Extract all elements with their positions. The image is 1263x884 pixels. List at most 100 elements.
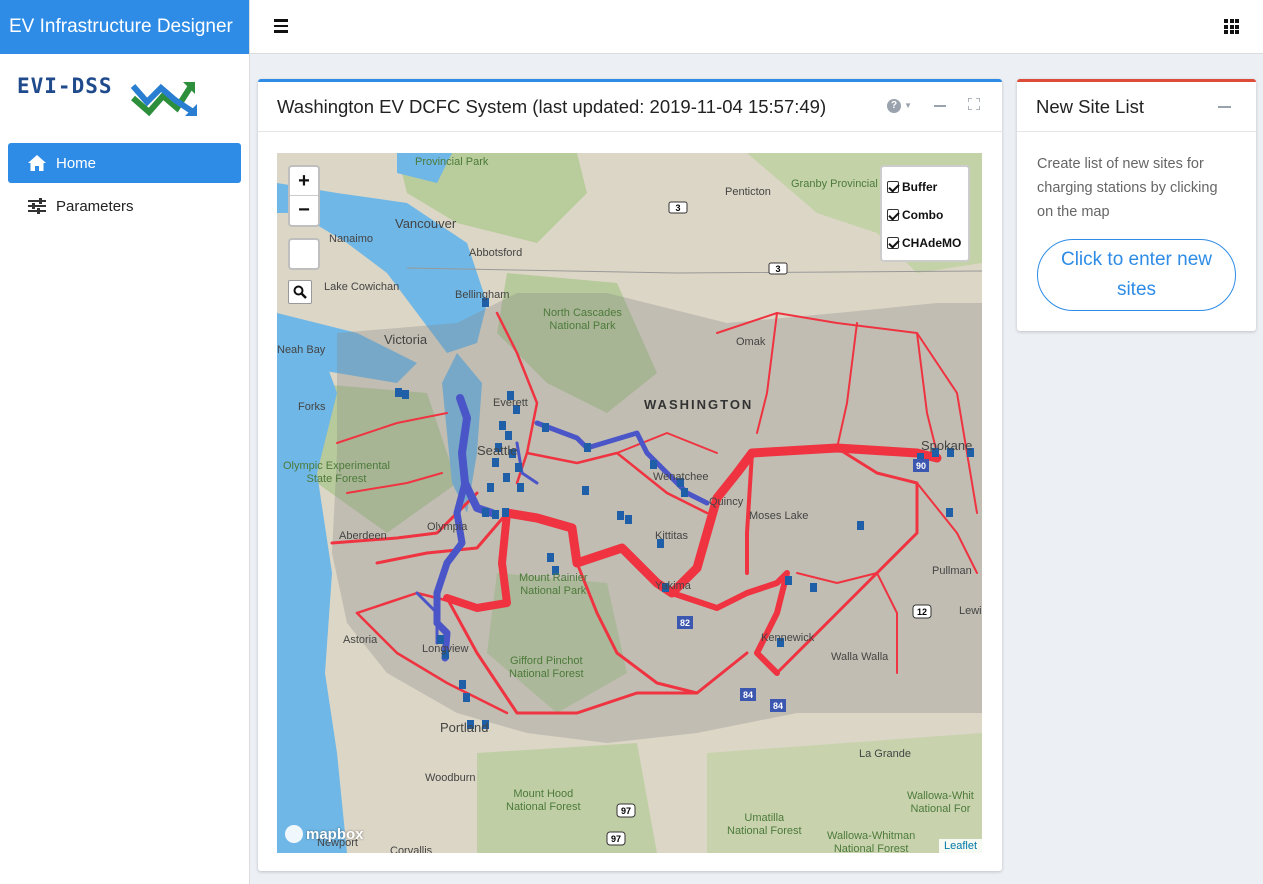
layer-control: Buffer Combo CHAdeMO [880, 165, 970, 262]
new-site-header: New Site List [1017, 82, 1256, 132]
sidebar-item-parameters[interactable]: Parameters [8, 186, 241, 226]
search-icon [293, 285, 307, 299]
map-label: Wallowa-Whit National For [907, 790, 974, 815]
map-label: Corvallis [390, 845, 433, 853]
draw-tool-button[interactable] [288, 238, 320, 270]
layer-label: Combo [902, 208, 944, 222]
map-label: Forks [298, 401, 326, 413]
sidebar-item-home[interactable]: Home [8, 143, 241, 183]
map-label: Gifford Pinchot National Forest [509, 655, 584, 680]
mapbox-logo[interactable]: mapbox [285, 825, 364, 843]
map-label: Abbotsford [469, 247, 523, 259]
map-label: Wenatchee [653, 471, 709, 483]
sidebar-item-label: Parameters [56, 197, 134, 215]
map-label: Omak [736, 336, 766, 348]
top-header [250, 0, 1263, 54]
map-label: Yakima [655, 580, 691, 592]
map-search-button[interactable] [288, 280, 312, 304]
shield-label: 3 [675, 203, 680, 213]
zoom-control: + − [288, 165, 320, 227]
sidebar: EV Infrastructure Designer EVI-DSS Home [0, 0, 250, 884]
map-label: Seattle [477, 443, 518, 458]
map-label: Victoria [384, 332, 428, 347]
leaflet-attribution[interactable]: Leaflet [938, 839, 982, 853]
shield-label: 12 [917, 607, 927, 617]
map-label: North Cascades National Park [543, 307, 622, 332]
map-label: Olympia [427, 521, 468, 533]
sliders-icon [27, 196, 47, 216]
evi-dss-logo: EVI-DSS [0, 54, 249, 126]
apps-grid-icon[interactable] [1224, 19, 1239, 34]
help-dropdown[interactable]: ? ▼ [887, 98, 912, 113]
layer-label: Buffer [902, 180, 938, 194]
map-label: Olympic Experimental State Forest [283, 460, 390, 485]
map-label: Bellingham [455, 289, 510, 301]
map-label: Granby Provincial [791, 178, 878, 190]
new-site-description: Create list of new sites for charging st… [1037, 156, 1218, 220]
map-label: Aberdeen [339, 530, 387, 542]
map-label: WASHINGTON [644, 397, 754, 412]
map-panel: Washington EV DCFC System (last updated:… [258, 79, 1002, 871]
zoom-out-button[interactable]: − [290, 196, 318, 225]
shield-label: 97 [621, 806, 631, 816]
panel-tools: ? ▼ [887, 97, 981, 113]
shield-label: 3 [775, 264, 780, 274]
new-site-panel: New Site List Create list of new sites f… [1017, 79, 1256, 331]
map-label: Mount Hood National Forest [506, 788, 581, 813]
layer-chademo[interactable]: CHAdeMO [887, 229, 963, 257]
shield-label: 82 [680, 618, 690, 628]
map-label: Walla Walla [831, 651, 889, 663]
checkbox-checked-icon[interactable] [887, 237, 899, 249]
logo-arrows-icon [131, 82, 197, 117]
map-label: Longview [422, 643, 469, 655]
shield-label: 84 [773, 701, 783, 711]
new-site-title: New Site List [1036, 95, 1144, 117]
logo-text: EVI-DSS [17, 74, 113, 98]
map-label: Mount Rainier National Park [519, 572, 588, 597]
map-panel-title: Washington EV DCFC System (last updated:… [277, 95, 827, 117]
map-canvas[interactable]: 3 3 90 12 82 84 84 97 97 Provincial Park… [277, 153, 982, 853]
map-label: Spokane [921, 438, 973, 453]
map-label: Kennewick [761, 632, 815, 644]
app-brand[interactable]: EV Infrastructure Designer [0, 0, 249, 54]
collapse-icon[interactable] [1218, 106, 1231, 108]
layer-label: CHAdeMO [902, 236, 962, 250]
shield-label: 84 [743, 690, 753, 700]
checkbox-checked-icon[interactable] [887, 209, 899, 221]
mapbox-text: mapbox [306, 825, 364, 843]
map-label: Pullman [932, 565, 972, 577]
map-label: La Grande [859, 748, 911, 760]
map-label: Woodburn [425, 772, 476, 784]
layer-combo[interactable]: Combo [887, 201, 963, 229]
expand-icon[interactable] [967, 97, 981, 113]
sidebar-nav: Home Parameters [0, 126, 249, 226]
map-label: Neah Bay [277, 344, 326, 356]
shield-label: 97 [611, 834, 621, 844]
shield-label: 90 [916, 461, 926, 471]
map-label: Everett [493, 397, 528, 409]
help-icon: ? [887, 98, 902, 113]
map-panel-header: Washington EV DCFC System (last updated:… [258, 82, 1002, 132]
collapse-icon[interactable] [934, 104, 946, 107]
map-label: Portland [440, 720, 489, 735]
map-label: Kittitas [655, 530, 689, 542]
map-label: Vancouver [395, 216, 457, 231]
map-label: Quincy [709, 496, 744, 508]
caret-down-icon: ▼ [904, 101, 912, 110]
zoom-in-button[interactable]: + [290, 167, 318, 196]
checkbox-checked-icon[interactable] [887, 181, 899, 193]
map-label: Wallowa-Whitman National Forest [827, 830, 916, 853]
map-label: Provincial Park [415, 156, 489, 168]
enter-new-sites-button[interactable]: Click to enter new sites [1037, 239, 1236, 311]
mapbox-mark-icon [285, 825, 303, 843]
new-site-body: Create list of new sites for charging st… [1017, 132, 1256, 331]
layer-buffer[interactable]: Buffer [887, 173, 963, 201]
menu-toggle-icon[interactable] [274, 19, 288, 33]
map-label: Lake Cowichan [324, 281, 400, 293]
map-label: Moses Lake [749, 510, 809, 522]
map-label: Umatilla National Forest [727, 812, 802, 837]
home-icon [27, 153, 47, 173]
sidebar-item-label: Home [56, 154, 97, 172]
map-label: Astoria [343, 634, 378, 646]
map-label: Nanaimo [329, 233, 374, 245]
